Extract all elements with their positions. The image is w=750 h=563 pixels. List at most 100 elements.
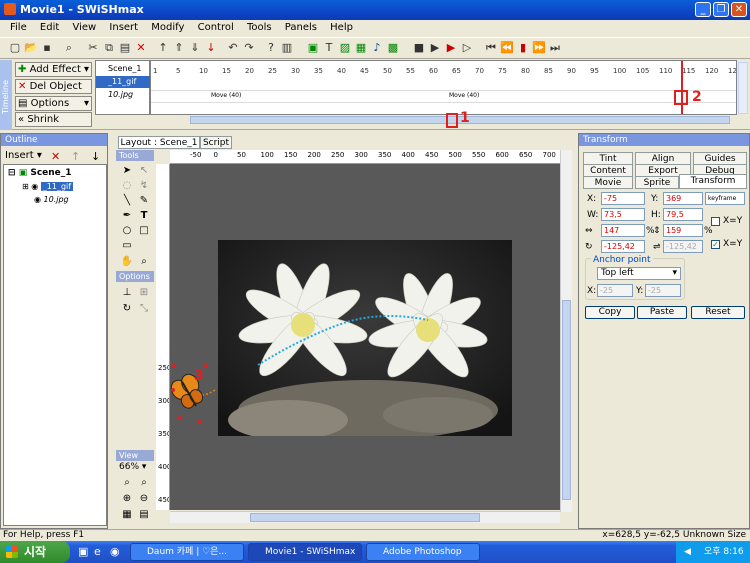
save-icon[interactable]: ▪ — [40, 41, 54, 55]
snap-grid-icon[interactable]: ▤ — [137, 508, 151, 522]
tab-sprite[interactable]: Sprite — [635, 176, 679, 189]
menu-tools[interactable]: Tools — [247, 22, 272, 33]
flower-photo[interactable] — [218, 240, 512, 436]
timeline-frames[interactable]: 1 5 10 15 20 25 30 35 40 45 50 55 60 65 70 75 80 85 90 95 10… — [150, 60, 737, 115]
scale-option-icon[interactable]: ⤡ — [137, 302, 151, 316]
tab-script[interactable]: Script — [200, 136, 232, 149]
stop-icon[interactable]: ■ — [412, 41, 426, 55]
help-icon[interactable]: ? — [264, 41, 278, 55]
play-effect-icon[interactable]: ▶ — [444, 41, 458, 55]
rotate-option-icon[interactable]: ↻ — [120, 302, 134, 316]
snap-option-icon[interactable]: ⊥ — [120, 286, 134, 300]
media-icon[interactable]: ◉ — [110, 545, 120, 558]
zoom-in-icon[interactable]: ⊕ — [120, 492, 134, 506]
insert-sound-icon[interactable]: ♪ — [370, 41, 384, 55]
menu-view[interactable]: View — [72, 22, 96, 33]
new-file-icon[interactable]: ▢ — [8, 41, 22, 55]
bring-forward-icon[interactable]: ↑ — [156, 41, 170, 55]
delete-icon[interactable]: ✕ — [134, 41, 148, 55]
next-frame-icon[interactable]: ⏩ — [532, 41, 546, 55]
zoom-100-icon[interactable]: ⌕ — [137, 476, 151, 490]
move-up-icon[interactable]: ↑ — [71, 150, 80, 163]
xy-checkbox-1[interactable] — [711, 217, 720, 226]
copy-icon[interactable]: ⧉ — [102, 41, 116, 55]
ie-icon[interactable]: e — [94, 545, 101, 558]
reshape-tool-icon[interactable]: ◌ — [120, 179, 134, 193]
anchor-y-field[interactable]: -25 — [645, 284, 681, 297]
options-button[interactable]: ▤ Options ▾ — [15, 96, 92, 111]
play-frame-icon[interactable]: ▷ — [460, 41, 474, 55]
layer-10-jpg[interactable]: 10.jpg — [96, 89, 150, 101]
tree-item-10-jpg[interactable]: ◉ 10.jpg — [34, 195, 69, 204]
open-folder-icon[interactable]: 📂 — [24, 41, 38, 55]
tray-icon[interactable]: ◀ — [684, 541, 691, 563]
prev-frame-icon[interactable]: ⏪ — [500, 41, 514, 55]
move-down-icon[interactable]: ↓ — [91, 150, 100, 163]
reset-button[interactable]: Reset — [691, 306, 745, 319]
paste-button[interactable]: Paste — [637, 306, 687, 319]
book-icon[interactable]: ▥ — [280, 41, 294, 55]
timeline-side-tab[interactable]: Timeline — [0, 60, 12, 130]
last-frame-icon[interactable]: ⏭ — [548, 41, 562, 55]
stage-vscroll-thumb[interactable] — [562, 300, 571, 500]
zoom-dropdown[interactable]: 66% ▾ — [119, 462, 146, 472]
menu-insert[interactable]: Insert — [109, 22, 138, 33]
delete-icon[interactable]: ✕ — [51, 150, 60, 163]
insert-sprite-icon[interactable]: ▩ — [386, 41, 400, 55]
stage-hscroll-thumb[interactable] — [250, 513, 480, 522]
skew-field[interactable]: -125,42 — [663, 240, 703, 253]
menu-modify[interactable]: Modify — [151, 22, 184, 33]
insert-scene-icon[interactable]: ▣ — [306, 41, 320, 55]
rectangle-tool-icon[interactable]: □ — [137, 224, 151, 238]
copy-button[interactable]: Copy — [585, 306, 635, 319]
first-frame-icon[interactable]: ⏮ — [484, 41, 498, 55]
select-tool-icon[interactable]: ➤ — [120, 164, 134, 178]
shrink-button[interactable]: « Shrink — [15, 112, 92, 127]
zoom-fit-icon[interactable]: ⌕ — [120, 476, 134, 490]
tab-layout[interactable]: Layout : Scene_1 — [118, 136, 200, 149]
anchor-x-field[interactable]: -25 — [597, 284, 633, 297]
send-backward-icon[interactable]: ↓ — [204, 41, 218, 55]
hand-tool-icon[interactable]: ✋ — [120, 255, 134, 269]
add-effect-button[interactable]: ✚ Add Effect ▾ — [15, 62, 92, 77]
w-field[interactable]: 73,5 — [601, 208, 645, 221]
scale-y-field[interactable]: 159 — [663, 224, 703, 237]
timeline-vscroll[interactable] — [738, 62, 748, 114]
menu-help[interactable]: Help — [330, 22, 353, 33]
subselect-tool-icon[interactable]: ↖ — [137, 164, 151, 178]
rounded-rect-tool-icon[interactable]: ▭ — [120, 239, 134, 253]
outline-insert-dropdown[interactable]: Insert ▾ — [5, 150, 42, 161]
paste-icon[interactable]: ▤ — [118, 41, 132, 55]
zoom-out-icon[interactable]: ⊖ — [137, 492, 151, 506]
cut-icon[interactable]: ✂ — [86, 41, 100, 55]
task-daum[interactable]: Daum 카페 | ♡은... — [130, 543, 244, 561]
menu-edit[interactable]: Edit — [40, 22, 59, 33]
find-icon[interactable]: ⌕ — [62, 41, 76, 55]
anchor-dropdown[interactable]: Top left ▾ — [597, 267, 681, 280]
zoom-tool-icon[interactable]: ⌕ — [137, 255, 151, 269]
start-button[interactable]: 시작 — [0, 541, 70, 563]
line-tool-icon[interactable]: ╲ — [120, 194, 134, 208]
task-swishmax[interactable]: Movie1 - SWiSHmax — [248, 543, 362, 561]
grid-toggle-icon[interactable]: ▦ — [120, 508, 134, 522]
stage-vscroll[interactable] — [560, 150, 572, 512]
layer-11-gif[interactable]: _11_gif — [96, 76, 150, 88]
insert-text-icon[interactable]: T — [322, 41, 336, 55]
ellipse-tool-icon[interactable]: ○ — [120, 224, 134, 238]
x-field[interactable]: -75 — [601, 192, 645, 205]
xy-checkbox-2[interactable]: ✓ — [711, 240, 720, 249]
send-back-icon[interactable]: ⇓ — [188, 41, 202, 55]
close-button[interactable]: ✕ — [731, 2, 747, 17]
maximize-button[interactable]: ❐ — [713, 2, 729, 17]
task-photoshop[interactable]: Adobe Photoshop — [366, 543, 480, 561]
insert-image-icon[interactable]: ▨ — [338, 41, 352, 55]
pen-tool-icon[interactable]: ✒ — [120, 209, 134, 223]
undo-icon[interactable]: ↶ — [226, 41, 240, 55]
stage-hscroll[interactable] — [170, 511, 560, 523]
rotate-field[interactable]: -125,42 — [601, 240, 645, 253]
grid-option-icon[interactable]: ⊞ — [137, 286, 151, 300]
menu-control[interactable]: Control — [198, 22, 234, 33]
show-desktop-icon[interactable]: ▣ — [78, 545, 88, 558]
bring-front-icon[interactable]: ⇑ — [172, 41, 186, 55]
move-event-2[interactable]: Move (40) — [449, 92, 479, 99]
